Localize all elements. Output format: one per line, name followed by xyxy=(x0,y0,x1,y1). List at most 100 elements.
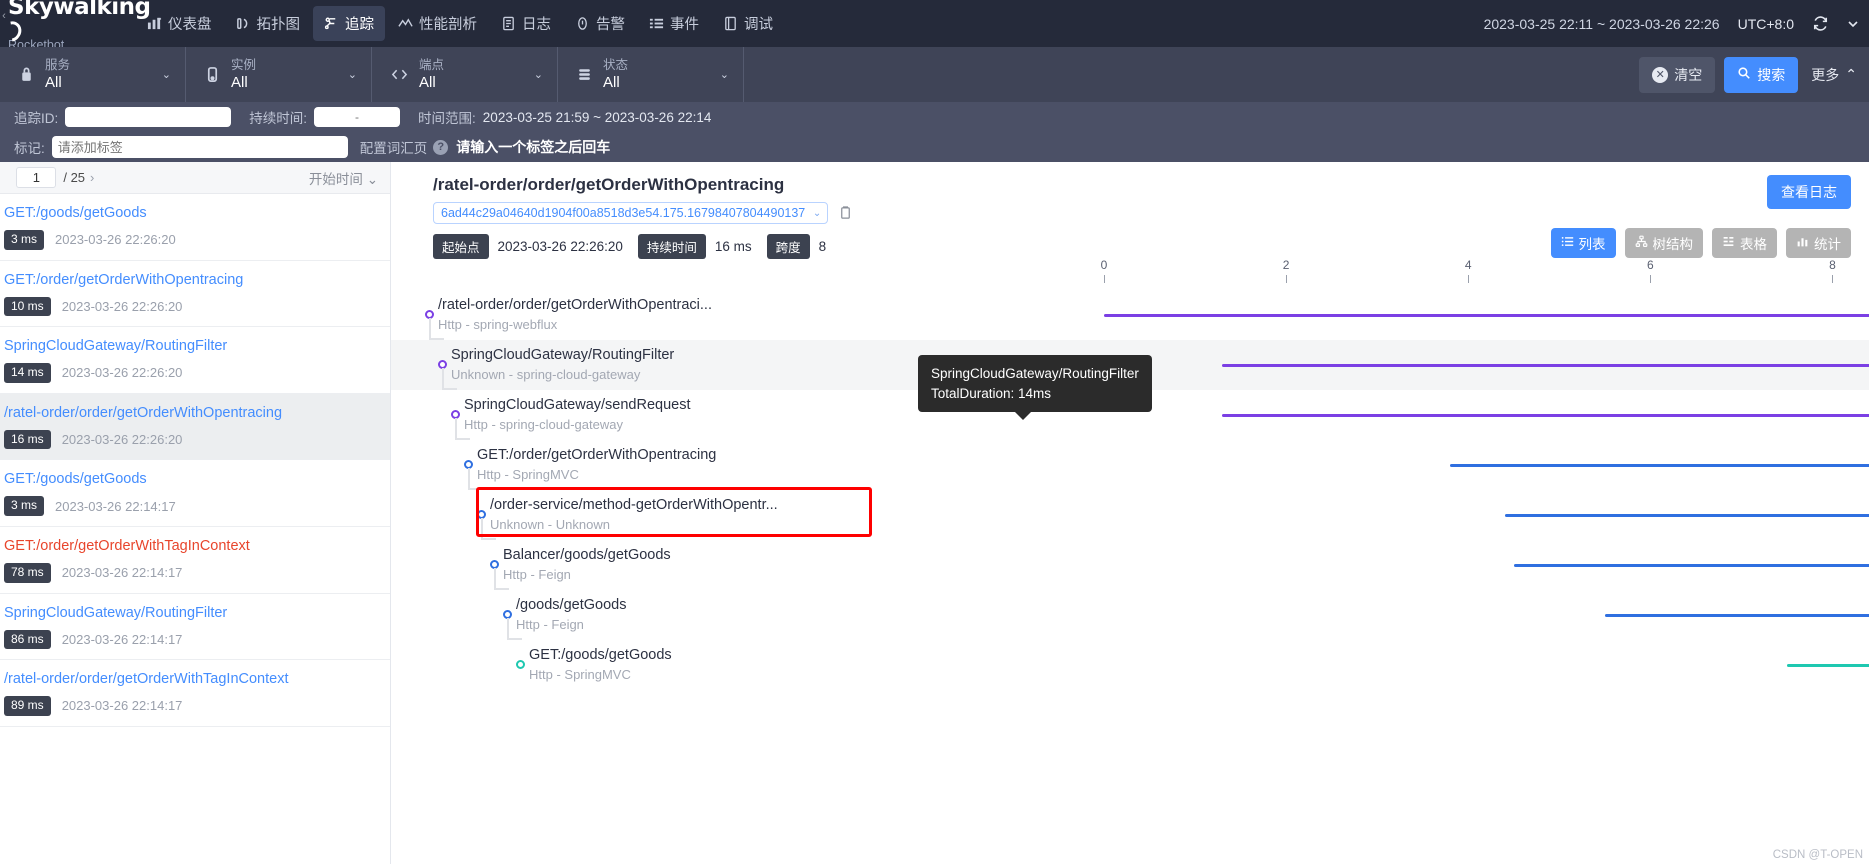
trace-timestamp: 2023-03-26 22:14:17 xyxy=(61,631,183,647)
watermark: CSDN @T-OPEN xyxy=(1772,849,1863,861)
span-subtitle: Http - spring-webflux xyxy=(438,317,558,332)
collapse-panel-icon[interactable]: ‹ xyxy=(0,0,8,32)
span-duration-bar[interactable] xyxy=(1104,314,1869,317)
view-mode-table[interactable]: 表格 xyxy=(1712,228,1777,258)
list-icon xyxy=(1561,235,1574,251)
more-button[interactable]: 更多 ⌃ xyxy=(1807,57,1861,93)
search-button[interactable]: 搜索 xyxy=(1724,56,1799,93)
endpoint-icon xyxy=(390,66,409,83)
span-duration-bar[interactable] xyxy=(1222,364,1869,367)
trace-items-scroll[interactable]: GET:/goods/getGoods 3 ms 2023-03-26 22:26:… xyxy=(0,194,390,864)
clear-button[interactable]: ✕ 清空 xyxy=(1639,56,1716,93)
chevron-down-icon[interactable] xyxy=(1847,18,1859,30)
vocabulary-link[interactable]: 配置词汇页 xyxy=(360,137,428,157)
nav-item-alarm[interactable]: 告警 xyxy=(564,6,636,41)
more-label: 更多 xyxy=(1811,66,1840,83)
app-logo[interactable]: Skywalking Rocketbot xyxy=(0,0,151,51)
next-page-button[interactable]: › xyxy=(85,170,99,185)
copy-icon[interactable] xyxy=(838,205,853,221)
span-row[interactable]: GET:/goods/getGoods Http - SpringMVC xyxy=(391,640,1869,690)
nav-item-topology[interactable]: 拓扑图 xyxy=(225,6,312,41)
axis-tick-mark xyxy=(1103,275,1105,283)
duration-badge: 14 ms xyxy=(4,363,51,383)
trace-detail-panel: /ratel-order/order/getOrderWithOpentraci… xyxy=(391,162,1869,864)
duration-badge: 3 ms xyxy=(4,496,45,516)
axis-tick: 2 xyxy=(1266,258,1306,283)
span-row[interactable]: /ratel-order/order/getOrderWithOpentraci… xyxy=(391,290,1869,340)
traceid-input[interactable] xyxy=(65,107,232,127)
time-range-display[interactable]: 2023-03-25 22:11 ~ 2023-03-26 22:26 xyxy=(1484,16,1720,32)
nav-item-trace[interactable]: 追踪 xyxy=(313,6,385,41)
axis-tick: 6 xyxy=(1630,258,1670,283)
trace-list-item[interactable]: GET:/order/getOrderWithOpentracing 10 ms 2… xyxy=(0,261,390,328)
trace-list-item[interactable]: /ratel-order/order/getOrderWithOpentraci… xyxy=(0,393,390,461)
nav-item-profiling[interactable]: 性能剖析 xyxy=(387,6,488,41)
trace-list-item[interactable]: GET:/goods/getGoods 3 ms 2023-03-26 22:14:… xyxy=(0,460,390,527)
status-select-value: All xyxy=(603,73,620,91)
nav-item-debug[interactable]: 调试 xyxy=(712,6,784,41)
view-mode-list[interactable]: 列表 xyxy=(1550,228,1616,258)
sort-label: 开始时间 xyxy=(308,171,363,187)
trace-list-item[interactable]: /ratel-order/order/getOrderWithTagInCont… xyxy=(0,660,390,727)
nav-items: 仪表盘 拓扑图 追踪 性能剖析 日志 告警 事件 调试 xyxy=(136,6,784,41)
view-log-button[interactable]: 查看日志 xyxy=(1767,175,1851,209)
tooltip-line-1: SpringCloudGateway/RoutingFilter xyxy=(931,366,1139,381)
trace-list-item[interactable]: GET:/order/getOrderWithTagInContext 78 ms… xyxy=(0,527,390,594)
span-duration-bar[interactable] xyxy=(1222,414,1869,417)
endpoint-select[interactable]: 端点 All ⌄ xyxy=(372,47,558,102)
timezone-display[interactable]: UTC+8:0 xyxy=(1738,16,1794,32)
nav-label: 调试 xyxy=(744,17,773,33)
nav-item-log[interactable]: 日志 xyxy=(490,6,562,41)
span-duration-bar[interactable] xyxy=(1513,564,1869,567)
span-row[interactable]: Balancer/goods/getGoods Http - Feign xyxy=(391,540,1869,590)
span-duration-bar[interactable] xyxy=(1504,514,1869,517)
status-icon xyxy=(576,66,593,83)
service-select[interactable]: 服务 All ⌄ xyxy=(0,47,186,102)
trace-list-item[interactable]: SpringCloudGateway/RoutingFilter 14 ms 202… xyxy=(0,327,390,394)
nav-item-event[interactable]: 事件 xyxy=(638,6,710,41)
span-row[interactable]: GET:/order/getOrderWithOpentracing Http -… xyxy=(391,440,1869,490)
span-connector xyxy=(480,518,483,540)
tags-input[interactable] xyxy=(51,136,348,158)
span-duration-bar[interactable] xyxy=(1786,664,1869,667)
trace-list-item[interactable]: SpringCloudGateway/RoutingFilter 86 ms 202… xyxy=(0,594,390,661)
duration-badge: 10 ms xyxy=(4,296,51,317)
sort-selector[interactable]: 开始时间 ⌄ xyxy=(309,168,378,188)
trace-list-item[interactable]: GET:/goods/getGoods 3 ms 2023-03-26 22:26:… xyxy=(0,194,390,261)
span-subtitle: Http - spring-cloud-gateway xyxy=(464,417,623,432)
span-name: /ratel-order/order/getOrderWithOpentraci… xyxy=(438,297,712,313)
span-row[interactable]: /order-service/method-getOrderWithOpentr… xyxy=(391,487,1869,540)
trace-id-select[interactable]: 6ad44c29a04640d1904f00a8518d3e54.175.167… xyxy=(433,202,829,224)
page-number-input[interactable]: 1 xyxy=(16,167,57,188)
detail-header: /ratel-order/order/getOrderWithOpentraci… xyxy=(391,162,1869,259)
top-navigation-bar: Skywalking Rocketbot 仪表盘 拓扑图 追踪 性能剖析 日志 … xyxy=(0,0,1869,51)
span-row[interactable]: /goods/getGoods Http - Feign xyxy=(391,590,1869,640)
axis-tick-mark xyxy=(1285,275,1287,283)
view-mode-tree[interactable]: 树结构 xyxy=(1624,228,1703,258)
trace-meta: 78 ms 2023-03-26 22:14:17 xyxy=(4,562,378,583)
trace-endpoint-name: GET:/order/getOrderWithTagInContext xyxy=(4,537,250,554)
chevron-down-icon: ⌄ xyxy=(719,69,729,81)
help-icon[interactable]: ? xyxy=(433,139,449,155)
chevron-down-icon: ⌄ xyxy=(161,69,171,81)
nav-label: 性能剖析 xyxy=(419,17,477,33)
span-connector xyxy=(441,368,444,390)
instance-select[interactable]: 实例 All ⌄ xyxy=(186,47,372,102)
duration-tag: 持续时间 xyxy=(637,234,706,259)
span-connector xyxy=(493,568,496,590)
span-connector xyxy=(506,618,509,640)
condition-row-tags: 标记: 配置词汇页 ? 请输入一个标签之后回车 xyxy=(14,132,1869,162)
status-select[interactable]: 状态 All ⌄ xyxy=(558,47,744,102)
view-mode-stats[interactable]: 统计 xyxy=(1786,228,1851,258)
trace-id-value: 6ad44c29a04640d1904f00a8518d3e54.175.167… xyxy=(441,206,806,220)
duration-input[interactable] xyxy=(314,107,401,127)
trace-meta: 16 ms 2023-03-26 22:26:20 xyxy=(4,429,378,450)
service-select-label: 服务 xyxy=(45,58,71,73)
span-duration-bar[interactable] xyxy=(1450,464,1869,467)
timerange-label: 时间范围: xyxy=(418,111,476,126)
span-name: GET:/order/getOrderWithOpentracing xyxy=(477,447,717,463)
span-duration-bar[interactable] xyxy=(1604,614,1869,617)
trace-timestamp: 2023-03-26 22:14:17 xyxy=(61,698,183,714)
tags-hint: 请输入一个标签之后回车 xyxy=(456,139,611,155)
refresh-icon[interactable] xyxy=(1812,15,1829,32)
